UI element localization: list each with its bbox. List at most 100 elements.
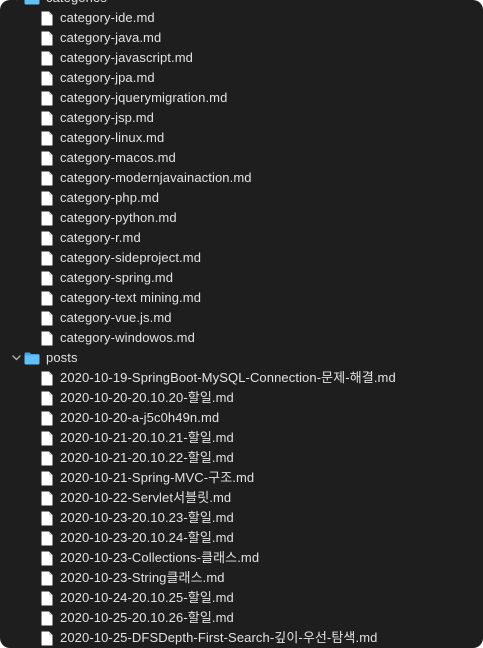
file-label: category-macos.md <box>60 150 176 165</box>
document-icon <box>41 291 53 306</box>
file-row[interactable]: category-javascript.md <box>0 48 483 68</box>
file-row[interactable]: 2020-10-22-Servlet서블릿.md <box>0 488 483 508</box>
file-row[interactable]: category-linux.md <box>0 128 483 148</box>
document-icon <box>41 471 53 486</box>
document-icon <box>41 431 53 446</box>
file-row[interactable]: category-text mining.md <box>0 288 483 308</box>
file-row[interactable]: category-modernjavainaction.md <box>0 168 483 188</box>
file-row[interactable]: category-ide.md <box>0 8 483 28</box>
document-icon <box>41 511 53 526</box>
file-label: 2020-10-21-Spring-MVC-구조.md <box>60 470 255 485</box>
file-label: 2020-10-20-20.10.20-할일.md <box>60 390 234 405</box>
file-label: 2020-10-25-DFSDepth-First-Search-깊이-우선-탐… <box>60 630 378 645</box>
file-row[interactable]: category-php.md <box>0 188 483 208</box>
document-icon <box>41 151 53 166</box>
file-row[interactable]: category-windowos.md <box>0 328 483 348</box>
document-icon <box>41 371 53 386</box>
document-icon <box>41 191 53 206</box>
file-label: category-spring.md <box>60 270 174 285</box>
file-label: category-modernjavainaction.md <box>60 170 252 185</box>
file-label: category-javascript.md <box>60 50 193 65</box>
file-label: 2020-10-25-20.10.26-할일.md <box>60 610 234 625</box>
file-label: 2020-10-23-20.10.23-할일.md <box>60 510 234 525</box>
file-row[interactable]: category-jquerymigration.md <box>0 88 483 108</box>
document-icon <box>41 171 53 186</box>
file-row[interactable]: category-python.md <box>0 208 483 228</box>
document-icon <box>41 411 53 426</box>
file-row[interactable]: 2020-10-20-a-j5c0h49n.md <box>0 408 483 428</box>
folder-row-posts[interactable]: posts <box>0 348 483 368</box>
file-row[interactable]: category-jsp.md <box>0 108 483 128</box>
file-label: 2020-10-22-Servlet서블릿.md <box>60 490 232 505</box>
file-row[interactable]: 2020-10-23-20.10.24-할일.md <box>0 528 483 548</box>
file-row[interactable]: 2020-10-23-Collections-클래스.md <box>0 548 483 568</box>
document-icon <box>41 31 53 46</box>
finder-window: categories category-ide.md category-java.m… <box>0 0 483 648</box>
file-label: category-jsp.md <box>60 110 154 125</box>
file-row[interactable]: category-r.md <box>0 228 483 248</box>
file-label: category-windowos.md <box>60 330 195 345</box>
chevron-down-icon[interactable] <box>10 348 22 368</box>
folder-label: posts <box>46 350 78 365</box>
folder-row-categories[interactable]: categories <box>0 0 483 8</box>
document-icon <box>41 251 53 266</box>
folder-icon <box>24 0 40 5</box>
file-row[interactable]: category-sideproject.md <box>0 248 483 268</box>
file-row[interactable]: category-spring.md <box>0 268 483 288</box>
document-icon <box>41 631 53 646</box>
file-row[interactable]: 2020-10-21-20.10.22-할일.md <box>0 448 483 468</box>
file-tree: categories category-ide.md category-java.m… <box>0 0 483 648</box>
document-icon <box>41 551 53 566</box>
document-icon <box>41 211 53 226</box>
file-label: category-php.md <box>60 190 160 205</box>
file-label: category-jpa.md <box>60 70 155 85</box>
document-icon <box>41 91 53 106</box>
file-label: category-sideproject.md <box>60 250 202 265</box>
folder-icon <box>24 352 40 365</box>
document-icon <box>41 531 53 546</box>
document-icon <box>41 231 53 246</box>
file-label: category-python.md <box>60 210 177 225</box>
file-label: category-java.md <box>60 30 162 45</box>
file-row[interactable]: 2020-10-23-20.10.23-할일.md <box>0 508 483 528</box>
document-icon <box>41 111 53 126</box>
document-icon <box>41 591 53 606</box>
file-row[interactable]: category-vue.js.md <box>0 308 483 328</box>
file-label: category-linux.md <box>60 130 165 145</box>
file-label: 2020-10-21-20.10.21-할일.md <box>60 430 234 445</box>
file-row[interactable]: 2020-10-21-Spring-MVC-구조.md <box>0 468 483 488</box>
file-row[interactable]: 2020-10-25-20.10.26-할일.md <box>0 608 483 628</box>
file-row[interactable]: category-jpa.md <box>0 68 483 88</box>
file-row[interactable]: 2020-10-19-SpringBoot-MySQL-Connection-문… <box>0 368 483 388</box>
file-label: category-vue.js.md <box>60 310 172 325</box>
folder-label: categories <box>46 0 107 8</box>
document-icon <box>41 271 53 286</box>
document-icon <box>41 491 53 506</box>
file-label: 2020-10-23-20.10.24-할일.md <box>60 530 234 545</box>
document-icon <box>41 391 53 406</box>
file-row[interactable]: 2020-10-21-20.10.21-할일.md <box>0 428 483 448</box>
document-icon <box>41 71 53 86</box>
file-label: category-jquerymigration.md <box>60 90 228 105</box>
document-icon <box>41 311 53 326</box>
document-icon <box>41 11 53 26</box>
file-row[interactable]: 2020-10-25-DFSDepth-First-Search-깊이-우선-탐… <box>0 628 483 648</box>
file-row[interactable]: category-java.md <box>0 28 483 48</box>
file-label: 2020-10-20-a-j5c0h49n.md <box>60 410 220 425</box>
document-icon <box>41 451 53 466</box>
file-label: 2020-10-24-20.10.25-할일.md <box>60 590 234 605</box>
file-label: 2020-10-23-Collections-클래스.md <box>60 550 260 565</box>
document-icon <box>41 51 53 66</box>
file-label: 2020-10-19-SpringBoot-MySQL-Connection-문… <box>60 370 396 385</box>
file-row[interactable]: 2020-10-23-String클래스.md <box>0 568 483 588</box>
document-icon <box>41 131 53 146</box>
file-row[interactable]: 2020-10-24-20.10.25-할일.md <box>0 588 483 608</box>
file-label: category-text mining.md <box>60 290 202 305</box>
file-row[interactable]: 2020-10-20-20.10.20-할일.md <box>0 388 483 408</box>
document-icon <box>41 571 53 586</box>
file-label: 2020-10-23-String클래스.md <box>60 570 225 585</box>
chevron-down-icon[interactable] <box>10 0 22 8</box>
file-label: 2020-10-21-20.10.22-할일.md <box>60 450 234 465</box>
document-icon <box>41 331 53 346</box>
file-row[interactable]: category-macos.md <box>0 148 483 168</box>
